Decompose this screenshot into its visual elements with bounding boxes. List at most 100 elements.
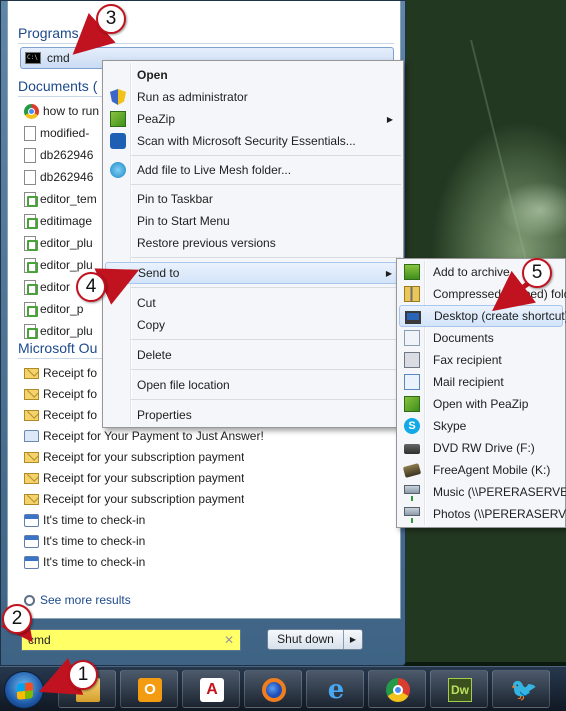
context-menu-item-peazip[interactable]: PeaZip ▶ xyxy=(105,108,401,130)
outlook-item[interactable]: Receipt for your subscription payment xyxy=(24,467,244,489)
send-to-item[interactable]: S Skype xyxy=(399,415,563,437)
context-menu-item-delete[interactable]: Delete xyxy=(105,344,401,366)
outlook-item[interactable]: It's time to check-in xyxy=(24,551,145,573)
chrome-icon xyxy=(386,678,410,702)
outlook-item[interactable]: Receipt for your subscription payment xyxy=(24,446,244,468)
send-to-item[interactable]: DVD RW Drive (F:) xyxy=(399,437,563,459)
document-label: editor xyxy=(40,280,71,294)
outlook-item[interactable]: It's time to check-in xyxy=(24,530,145,552)
document-item[interactable]: how to run xyxy=(24,100,99,122)
document-item[interactable]: editor_plu xyxy=(24,232,93,254)
context-menu-item-label: Scan with Microsoft Security Essentials.… xyxy=(137,134,356,148)
menu-separator xyxy=(131,399,401,400)
green-document-icon xyxy=(24,213,38,229)
shutdown-label[interactable]: Shut down xyxy=(268,630,344,649)
document-item[interactable]: editor xyxy=(24,276,70,298)
send-to-item[interactable]: Documents xyxy=(399,327,563,349)
outlook-item[interactable]: Receipt fo xyxy=(24,383,97,405)
send-to-item[interactable]: Music (\\PERERASERVER) xyxy=(399,481,566,503)
outlook-item-label: Receipt for your subscription payment xyxy=(43,492,245,506)
live-mesh-icon xyxy=(110,162,126,178)
context-menu-item-send-to[interactable]: Send to ▶ xyxy=(105,262,401,284)
context-menu-item-open[interactable]: Open xyxy=(105,64,401,86)
send-to-item[interactable]: Open with PeaZip xyxy=(399,393,563,415)
document-label: db262946 xyxy=(40,148,94,162)
documents-header[interactable]: Documents ( xyxy=(18,78,97,94)
document-item[interactable]: db262946 xyxy=(24,144,93,166)
context-menu-item-restore-previous-versions[interactable]: Restore previous versions xyxy=(105,232,401,254)
send-to-item[interactable]: FreeAgent Mobile (K:) xyxy=(399,459,563,481)
document-label: db262946 xyxy=(40,170,94,184)
taskbar-button-dreamweaver[interactable]: Dw xyxy=(430,670,488,708)
send-to-item[interactable]: Fax recipient xyxy=(399,349,563,371)
send-to-item-label: DVD RW Drive (F:) xyxy=(433,441,535,455)
document-item[interactable]: editor_plu xyxy=(24,320,93,342)
taskbar-button-outlook[interactable]: O xyxy=(120,670,178,708)
taskbar-button-firefox[interactable] xyxy=(244,670,302,708)
clear-search-icon[interactable]: ✕ xyxy=(224,633,234,647)
context-menu-item-label: Copy xyxy=(137,318,166,332)
send-to-item-label: Add to archive xyxy=(433,265,510,279)
document-label: editimage xyxy=(40,214,93,228)
green-document-icon xyxy=(24,257,38,273)
dreamweaver-icon: Dw xyxy=(448,678,472,702)
document-item[interactable]: editor_tem xyxy=(24,188,97,210)
context-menu-item-open-file-location[interactable]: Open file location xyxy=(105,374,401,396)
start-button[interactable] xyxy=(4,671,44,709)
outlook-item[interactable]: Receipt fo xyxy=(24,362,97,384)
divider xyxy=(18,43,394,44)
menu-separator xyxy=(131,257,401,258)
outlook-item[interactable]: Receipt for your subscription payment xyxy=(24,488,244,510)
shutdown-button[interactable]: Shut down ▶ xyxy=(267,629,363,650)
context-menu-item-label: Open xyxy=(137,68,168,82)
programs-header[interactable]: Programs (1) xyxy=(18,25,100,41)
context-menu-item-run-as-administrator[interactable]: Run as administrator xyxy=(105,86,401,108)
outlook-item-label: It's time to check-in xyxy=(43,534,146,548)
context-menu-item-cut[interactable]: Cut xyxy=(105,292,401,314)
green-document-icon xyxy=(24,301,38,317)
annotation-badge-1: 1 xyxy=(68,660,98,690)
search-input[interactable]: cmd ✕ xyxy=(21,629,241,651)
context-menu-item-scan-with-microsoft-security-essentials[interactable]: Scan with Microsoft Security Essentials.… xyxy=(105,130,401,152)
document-label: editor_plu xyxy=(40,236,93,250)
document-item[interactable]: editor_plu xyxy=(24,254,93,276)
outlook-item[interactable]: It's time to check-in xyxy=(24,509,145,531)
send-to-item[interactable]: Photos (\\PERERASERVER) xyxy=(399,503,566,525)
see-more-label: See more results xyxy=(40,593,131,607)
context-menu-item-add-file-to-live-mesh-folder[interactable]: Add file to Live Mesh folder... xyxy=(105,159,401,181)
taskbar-button-internet-explorer[interactable]: e xyxy=(306,670,364,708)
document-item[interactable]: modified- xyxy=(24,122,89,144)
context-menu-item-label: Properties xyxy=(137,408,192,422)
network-drive-icon xyxy=(404,507,420,523)
send-to-item[interactable]: Desktop (create shortcut) xyxy=(399,305,566,327)
context-menu-item-label: Pin to Start Menu xyxy=(137,214,230,228)
taskbar-button-acrobat[interactable]: A xyxy=(182,670,240,708)
document-label: modified- xyxy=(40,126,90,140)
see-more-results-link[interactable]: See more results xyxy=(24,593,131,607)
firefox-icon xyxy=(262,678,286,702)
document-item[interactable]: editor_p xyxy=(24,298,83,320)
document-icon xyxy=(24,147,36,163)
send-to-item[interactable]: Mail recipient xyxy=(399,371,563,393)
command-prompt-icon: C:\ xyxy=(25,52,41,64)
send-to-item-label: Skype xyxy=(433,419,467,433)
shutdown-options-arrow-icon[interactable]: ▶ xyxy=(344,635,362,644)
outlook-header[interactable]: Microsoft Ou xyxy=(18,340,97,356)
calendar-icon xyxy=(24,534,39,548)
context-menu-item-properties[interactable]: Properties xyxy=(105,404,401,426)
document-item[interactable]: editimage xyxy=(24,210,92,232)
outlook-item[interactable]: Receipt for Your Payment to Just Answer! xyxy=(24,425,264,447)
context-menu-item-pin-to-taskbar[interactable]: Pin to Taskbar xyxy=(105,188,401,210)
context-menu-item-copy[interactable]: Copy xyxy=(105,314,401,336)
document-label: editor_plu xyxy=(40,258,93,272)
context-menu-item-label: Restore previous versions xyxy=(137,236,276,250)
zip-folder-icon xyxy=(404,286,420,302)
context-menu-item-pin-to-start-menu[interactable]: Pin to Start Menu xyxy=(105,210,401,232)
submenu-arrow-icon: ▶ xyxy=(386,114,393,124)
outlook-item[interactable]: Receipt fo xyxy=(24,404,97,426)
taskbar-button-twitter[interactable]: 🐦 xyxy=(492,670,550,708)
documents-icon xyxy=(404,330,420,346)
chrome-icon xyxy=(24,103,39,119)
document-item[interactable]: db262946 xyxy=(24,166,93,188)
taskbar-button-chrome[interactable] xyxy=(368,670,426,708)
